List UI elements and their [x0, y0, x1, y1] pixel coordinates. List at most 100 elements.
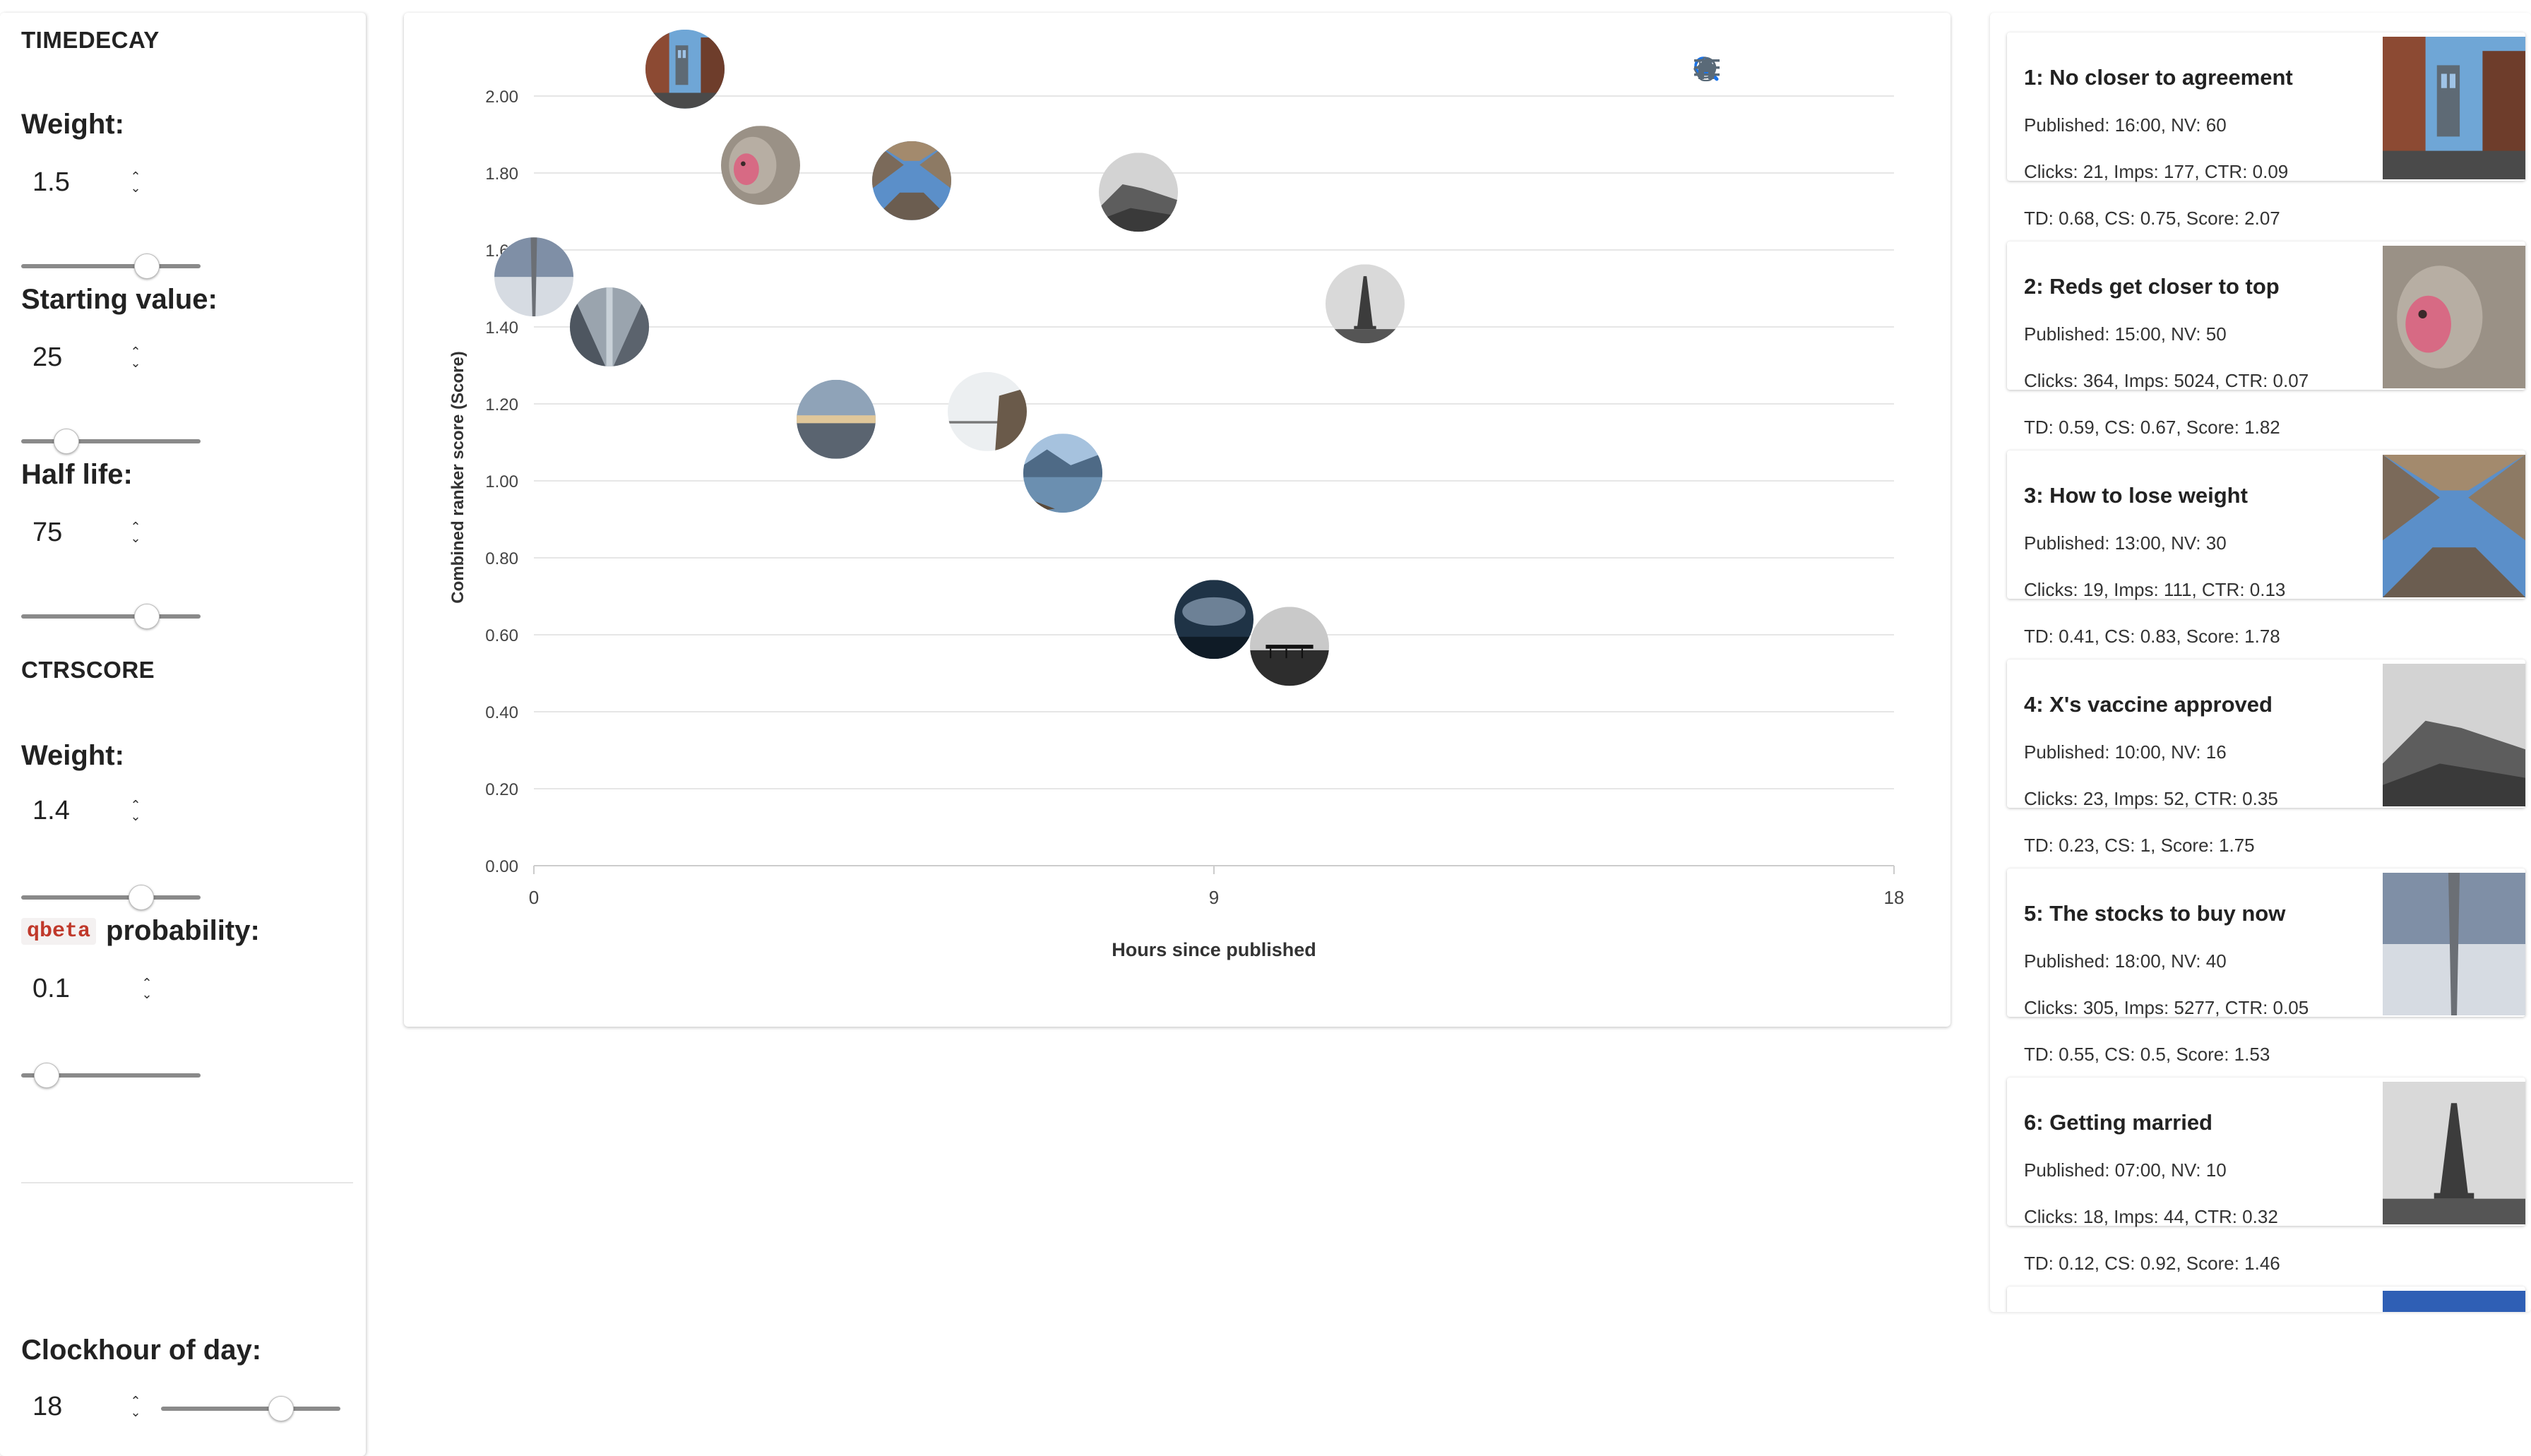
half-life-slider[interactable] — [21, 602, 201, 630]
slider-thumb[interactable] — [133, 253, 160, 279]
x-tick-label: 0 — [529, 887, 539, 908]
article-thumbnail — [2383, 37, 2525, 179]
y-tick-label: 0.00 — [485, 857, 518, 876]
weight-slider[interactable] — [21, 251, 201, 280]
probability-text: probability: — [106, 915, 260, 946]
article-clicks: Clicks: 18, Imps: 44, CTR: 0.32 — [2024, 1206, 2278, 1227]
article-card[interactable]: 6: Getting married Published: 07:00, NV: … — [2007, 1078, 2525, 1227]
article-thumbnail — [2383, 246, 2525, 388]
slider-track — [21, 439, 201, 443]
starting-value-spinner[interactable]: ⌃ ⌄ — [127, 345, 144, 369]
y-tick-label: 0.40 — [485, 703, 518, 722]
panel-divider — [21, 1182, 353, 1183]
article-title: 3: How to lose weight — [2024, 483, 2248, 508]
points-layer — [494, 29, 1405, 686]
y-tick-label: 0.20 — [485, 780, 518, 799]
article-clicks: Clicks: 23, Imps: 52, CTR: 0.35 — [2024, 788, 2278, 809]
probability-input[interactable]: 0.1 ⌃ ⌄ — [21, 960, 162, 1017]
starting-value-input[interactable]: 25 ⌃ ⌄ — [21, 329, 162, 386]
ctr-weight-label: Weight: — [21, 740, 124, 771]
scatter-point[interactable] — [494, 237, 573, 317]
spin-down-icon: ⌄ — [130, 809, 141, 823]
clockhour-input[interactable]: 18 ⌃ ⌄ — [21, 1378, 162, 1435]
starting-value-slider[interactable] — [21, 426, 201, 455]
ctr-weight-slider[interactable] — [21, 883, 201, 911]
ctr-weight-value[interactable]: 1.4 — [21, 796, 127, 826]
y-tick-label: 1.20 — [485, 395, 518, 414]
clockhour-slider[interactable] — [161, 1394, 340, 1422]
weight-input[interactable]: 1.5 ⌃ ⌄ — [21, 154, 162, 210]
scatter-point[interactable] — [1250, 607, 1329, 686]
article-card[interactable]: 1: No closer to agreement Published: 16:0… — [2007, 32, 2525, 182]
slider-thumb[interactable] — [53, 429, 79, 454]
weight-spinner[interactable]: ⌃ ⌄ — [127, 170, 144, 194]
x-axis-title: Hours since published — [1112, 939, 1316, 960]
article-title: 4: X's vaccine approved — [2024, 692, 2273, 717]
article-published: Published: 10:00, NV: 16 — [2024, 741, 2227, 763]
y-tick-label: 2.00 — [485, 88, 518, 107]
slider-thumb[interactable] — [268, 1396, 294, 1421]
reset-home-icon[interactable] — [1695, 55, 1868, 83]
ctr-weight-input[interactable]: 1.4 ⌃ ⌄ — [21, 782, 162, 839]
zoom-out-icon[interactable] — [1694, 55, 1758, 83]
probability-slider[interactable] — [21, 1061, 201, 1089]
slider-thumb[interactable] — [33, 1063, 59, 1088]
ctrscore-section-title: CTRSCORE — [21, 657, 155, 683]
article-clicks: Clicks: 364, Imps: 5024, CTR: 0.07 — [2024, 370, 2309, 391]
slider-track — [21, 614, 201, 619]
selection-zoom-icon[interactable] — [1694, 55, 1794, 83]
article-card[interactable]: 3: How to lose weight Published: 13:00, N… — [2007, 450, 2525, 600]
x-tick-label: 18 — [1884, 887, 1905, 908]
pan-hand-icon[interactable] — [1693, 55, 1831, 83]
y-axis-title: Combined ranker score (Score) — [448, 351, 468, 603]
slider-track — [21, 264, 201, 268]
weight-label: Weight: — [21, 109, 124, 140]
scatter-point[interactable] — [1099, 153, 1178, 232]
slider-thumb[interactable] — [133, 604, 160, 629]
spin-down-icon: ⌄ — [130, 531, 141, 545]
y-tick-label: 0.80 — [485, 549, 518, 568]
scatter-point[interactable] — [797, 379, 876, 459]
half-life-value[interactable]: 75 — [21, 518, 127, 548]
scatter-point[interactable] — [948, 371, 1027, 451]
half-life-spinner[interactable]: ⌃ ⌄ — [127, 520, 144, 545]
article-card[interactable]: 2: Reds get closer to top Published: 15:0… — [2007, 241, 2525, 391]
article-card[interactable]: 5: The stocks to buy now Published: 18:00… — [2007, 869, 2525, 1018]
article-thumbnail — [2383, 455, 2525, 597]
control-panel: TIMEDECAY Weight: 1.5 ⌃ ⌄ Starting value:… — [0, 13, 366, 1456]
article-published: Published: 18:00, NV: 40 — [2024, 950, 2227, 972]
weight-value[interactable]: 1.5 — [21, 167, 127, 198]
scatter-chart[interactable]: 0.000.200.400.600.801.001.201.401.601.80… — [404, 13, 1951, 1027]
starting-value-value[interactable]: 25 — [21, 342, 127, 373]
scatter-point[interactable] — [645, 29, 725, 109]
grid-layer — [534, 95, 1894, 866]
slider-track — [161, 1407, 340, 1411]
slider-thumb[interactable] — [129, 885, 155, 910]
scatter-point[interactable] — [1023, 434, 1102, 513]
timedecay-section-title: TIMEDECAY — [21, 27, 160, 53]
menu-icon[interactable] — [1694, 55, 1905, 83]
scatter-point[interactable] — [1174, 580, 1253, 660]
half-life-label: Half life: — [21, 459, 133, 490]
article-stats: TD: 0.23, CS: 1, Score: 1.75 — [2024, 835, 2255, 856]
probability-value[interactable]: 0.1 — [21, 974, 138, 1004]
y-tick-label: 1.80 — [485, 165, 518, 184]
clockhour-spinner[interactable]: ⌃ ⌄ — [127, 1395, 144, 1419]
half-life-input[interactable]: 75 ⌃ ⌄ — [21, 504, 162, 561]
article-card[interactable] — [2007, 1287, 2525, 1312]
article-card[interactable]: 4: X's vaccine approved Published: 10:00,… — [2007, 660, 2525, 809]
scatter-point[interactable] — [872, 141, 951, 220]
article-published: Published: 16:00, NV: 60 — [2024, 114, 2227, 136]
ctr-weight-spinner[interactable]: ⌃ ⌄ — [127, 799, 144, 823]
spin-down-icon: ⌄ — [141, 987, 153, 1001]
scatter-point[interactable] — [1326, 264, 1405, 344]
article-stats: TD: 0.41, CS: 0.83, Score: 1.78 — [2024, 626, 2280, 647]
scatter-point[interactable] — [570, 287, 649, 366]
clockhour-value[interactable]: 18 — [21, 1392, 127, 1422]
article-title: 5: The stocks to buy now — [2024, 901, 2286, 926]
scatter-point[interactable] — [721, 126, 800, 205]
probability-spinner[interactable]: ⌃ ⌄ — [138, 977, 155, 1001]
scatter-chart-card: 0.00 0.20 0.40 0.60 0.80 1.00 1.20 1.40 1.60 1.80… — [404, 13, 1951, 1027]
article-title: 1: No closer to agreement — [2024, 65, 2293, 90]
axis-layer: 0.000.200.400.600.801.001.201.401.601.80… — [485, 88, 1904, 908]
